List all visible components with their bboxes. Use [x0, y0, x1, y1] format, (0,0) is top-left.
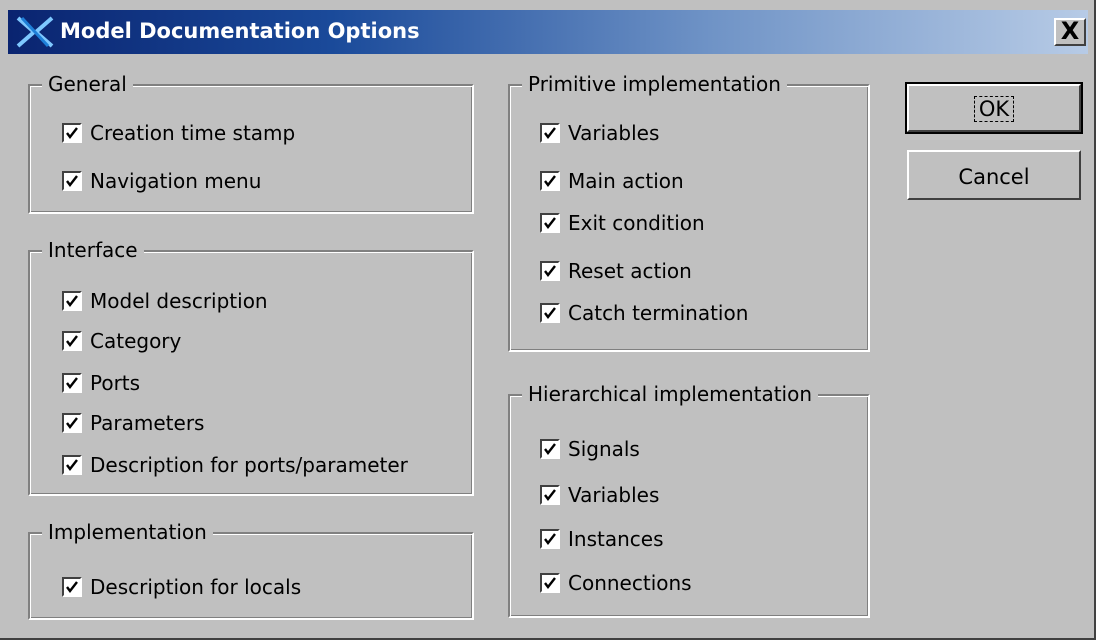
title-bar[interactable]: Model Documentation Options X — [8, 10, 1088, 54]
checkbox-label: Signals — [568, 437, 640, 461]
checkbox-box[interactable] — [540, 439, 560, 459]
checkbox-box[interactable] — [540, 303, 560, 323]
cancel-button[interactable]: Cancel — [907, 150, 1081, 200]
checkbox-box[interactable] — [62, 577, 82, 597]
implementation-group: Implementation Description for locals — [28, 520, 474, 620]
checkbox-label: Ports — [90, 371, 141, 395]
checkmark-icon — [544, 533, 556, 545]
checkbox-label: Main action — [568, 169, 684, 193]
checkmark-icon — [66, 175, 78, 187]
checkbox-box[interactable] — [540, 123, 560, 143]
checkbox-label: Creation time stamp — [90, 121, 296, 145]
general-group-legend: General — [42, 72, 133, 96]
checkbox-box[interactable] — [540, 573, 560, 593]
checkbox-box[interactable] — [540, 213, 560, 233]
checkbox-label: Exit condition — [568, 211, 705, 235]
checkbox-label: Category — [90, 329, 182, 353]
checkmark-icon — [544, 489, 556, 501]
ok-button-label: OK — [973, 96, 1015, 122]
checkmark-icon — [544, 217, 556, 229]
checkbox-label: Instances — [568, 527, 664, 551]
checkbox-box[interactable] — [62, 413, 82, 433]
checkmark-icon — [66, 417, 78, 429]
checkbox-label: Variables — [568, 121, 660, 145]
checkbox-box[interactable] — [62, 331, 82, 351]
hierarchical-implementation-group: Hierarchical implementation Signals Vari… — [508, 382, 870, 618]
ok-button[interactable]: OK — [905, 82, 1083, 134]
cancel-button-label: Cancel — [958, 165, 1030, 189]
implementation-group-legend: Implementation — [42, 520, 213, 544]
checkmark-icon — [66, 295, 78, 307]
checkbox-box[interactable] — [62, 291, 82, 311]
checkbox-label: Model description — [90, 289, 268, 313]
checkbox-box[interactable] — [540, 261, 560, 281]
primitive-implementation-group-legend: Primitive implementation — [522, 72, 787, 96]
checkmark-icon — [66, 335, 78, 347]
checkbox-label: Catch termination — [568, 301, 749, 325]
model-documentation-options-dialog: Model Documentation Options X General Cr… — [0, 0, 1096, 640]
checkbox-box[interactable] — [540, 171, 560, 191]
checkbox-label: Navigation menu — [90, 169, 262, 193]
interface-group-legend: Interface — [42, 238, 144, 262]
checkbox-box[interactable] — [62, 455, 82, 475]
checkbox-label: Variables — [568, 483, 660, 507]
checkmark-icon — [66, 581, 78, 593]
checkbox-label: Parameters — [90, 411, 205, 435]
close-icon: X — [1060, 17, 1080, 45]
window-title: Model Documentation Options — [60, 19, 420, 43]
general-group: General Creation time stamp Navigation m… — [28, 72, 474, 214]
checkmark-icon — [544, 127, 556, 139]
checkmark-icon — [544, 577, 556, 589]
close-button[interactable]: X — [1054, 18, 1086, 46]
checkbox-box[interactable] — [540, 485, 560, 505]
checkbox-label: Description for locals — [90, 575, 302, 599]
app-logo-icon — [16, 16, 54, 48]
checkbox-label: Connections — [568, 571, 692, 595]
checkbox-label: Description for ports/parameter — [90, 453, 408, 477]
checkmark-icon — [66, 459, 78, 471]
checkbox-box[interactable] — [62, 123, 82, 143]
checkmark-icon — [66, 127, 78, 139]
hierarchical-implementation-group-legend: Hierarchical implementation — [522, 382, 819, 406]
interface-group: Interface Model description Category Por… — [28, 238, 474, 496]
checkbox-box[interactable] — [62, 373, 82, 393]
checkmark-icon — [66, 377, 78, 389]
checkbox-box[interactable] — [62, 171, 82, 191]
checkbox-box[interactable] — [540, 529, 560, 549]
checkbox-label: Reset action — [568, 259, 692, 283]
checkmark-icon — [544, 175, 556, 187]
checkmark-icon — [544, 307, 556, 319]
primitive-implementation-group: Primitive implementation Variables Main … — [508, 72, 870, 352]
checkmark-icon — [544, 443, 556, 455]
checkmark-icon — [544, 265, 556, 277]
